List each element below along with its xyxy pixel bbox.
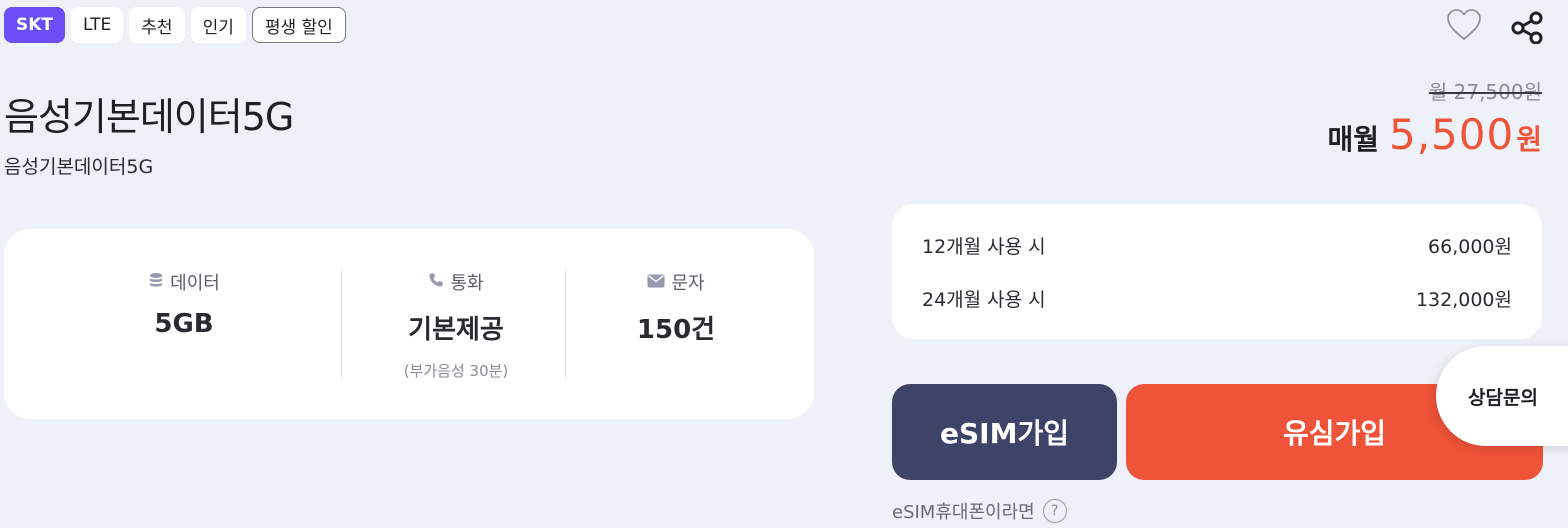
spec-data-value: 5GB (154, 309, 214, 339)
plan-tags: SKT LTE 추천 인기 평생 할인 (4, 7, 346, 43)
usage-label: 24개월 사용 시 (922, 289, 1046, 311)
phone-icon (428, 272, 444, 293)
mail-icon (647, 272, 665, 293)
tag-recommended: 추천 (129, 7, 185, 43)
spec-sms-label: 문자 (671, 273, 705, 294)
tag-carrier: SKT (4, 7, 66, 43)
usage-row: 24개월 사용 시 132,000원 (922, 285, 1512, 312)
database-icon (148, 272, 164, 293)
plan-title: 음성기본데이터5G (4, 95, 294, 139)
plan-subtitle: 음성기본데이터5G (4, 156, 154, 178)
original-price: 월 27,500원 (1428, 80, 1542, 104)
spec-call-value: 기본제공 (408, 315, 504, 345)
monthly-price: 매월 5,500 원 (1327, 110, 1542, 159)
esim-help-link[interactable]: eSIM휴대폰이라면 ? (892, 498, 1067, 524)
spec-data: 데이터 5GB (84, 269, 284, 339)
price-amount: 5,500 (1388, 110, 1515, 159)
spec-data-label: 데이터 (170, 273, 220, 294)
spec-call: 통화 기본제공 (부가음성 30분) (356, 269, 556, 381)
usage-label: 12개월 사용 시 (922, 236, 1046, 258)
spec-sms-value: 150건 (636, 315, 716, 345)
usage-row: 12개월 사용 시 66,000원 (922, 232, 1512, 259)
spec-divider (565, 269, 566, 379)
consult-button[interactable]: 상담문의 (1436, 346, 1568, 446)
heart-icon[interactable] (1446, 8, 1482, 42)
tag-network: LTE (71, 7, 124, 43)
usage-value: 132,000원 (1415, 289, 1512, 311)
tag-popular: 인기 (190, 7, 246, 43)
price-prefix: 매월 (1327, 123, 1379, 156)
spec-call-label: 통화 (450, 273, 484, 294)
share-icon[interactable] (1510, 10, 1544, 45)
esim-signup-button[interactable]: eSIM가입 (892, 384, 1117, 480)
price-unit: 원 (1516, 123, 1542, 156)
usage-cost-card: 12개월 사용 시 66,000원 24개월 사용 시 132,000원 (892, 204, 1542, 339)
spec-card: 데이터 5GB 통화 기본제공 (부가음성 30분) 문자 150건 (4, 229, 814, 419)
usage-value: 66,000원 (1428, 236, 1512, 258)
spec-divider (341, 269, 342, 379)
spec-sms: 문자 150건 (576, 269, 776, 346)
spec-call-note: (부가음성 30분) (403, 362, 509, 380)
tag-lifetime-discount: 평생 할인 (251, 7, 346, 43)
esim-help-label: eSIM휴대폰이라면 (892, 502, 1035, 523)
question-icon[interactable]: ? (1042, 499, 1067, 523)
